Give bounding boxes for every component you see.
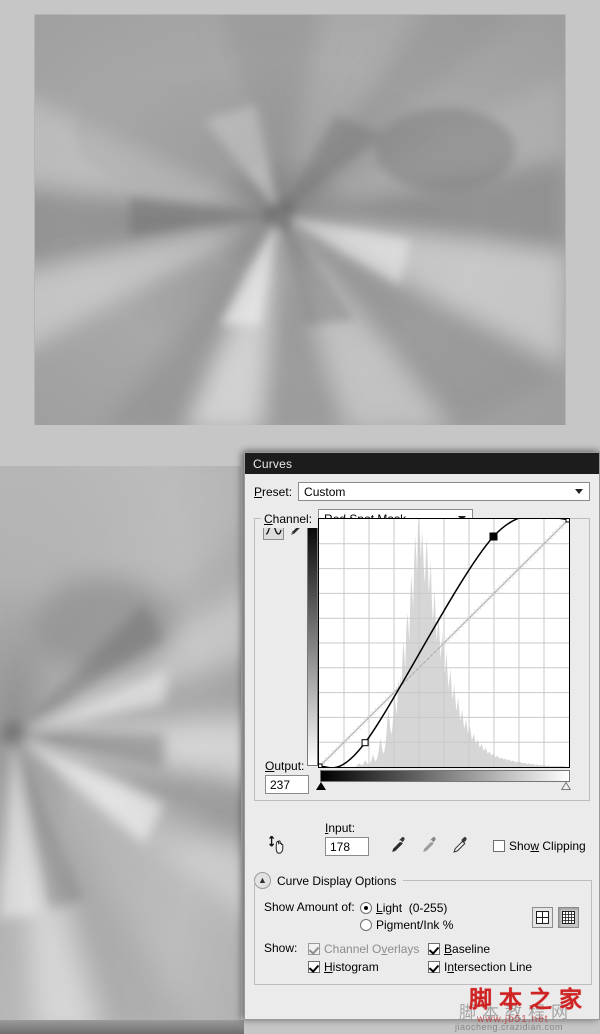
grid-2x2-icon: [536, 911, 549, 924]
curve-tool-column: [263, 518, 307, 768]
input-label: Input:: [325, 821, 356, 835]
starburst-canvas-top: [35, 15, 565, 425]
photoshop-workspace: Curves Preset: Custom Channel: Output: 2…: [0, 0, 600, 1034]
output-value: 237: [270, 777, 291, 792]
input-value: 178: [330, 839, 351, 854]
curve-display-options-section: ▲ Curve Display Options Show Amount of: …: [254, 872, 592, 985]
watermark-url-secondary: jiaocheng.crazidian.com: [455, 1022, 564, 1032]
gray-point-eyedropper-icon[interactable]: [421, 835, 440, 854]
show-column-left: Channel Overlays Histogram: [308, 940, 428, 976]
channel-overlays-label: Channel Overlays: [324, 942, 420, 956]
curve-display-options-body: Show Amount of: Light (0-255) Pigment/In…: [254, 881, 592, 985]
curves-graph[interactable]: [318, 518, 570, 768]
intersection-line-checkbox[interactable]: [428, 961, 440, 973]
desktop-shadow: [0, 1020, 244, 1034]
channel-overlays-checkbox[interactable]: [308, 943, 320, 955]
channel-label: Channel:: [264, 511, 313, 526]
adjust-cursor-icon: [269, 835, 284, 854]
preset-label: Preset:: [254, 484, 293, 499]
clip-sliders: [316, 782, 571, 793]
intersection-line-label: Intersection Line: [444, 960, 533, 974]
show-clipping-row[interactable]: Show Clipping: [493, 839, 586, 853]
grid-4x4-icon: [562, 911, 575, 924]
dialog-titlebar[interactable]: Curves: [245, 453, 599, 474]
graph-area: [263, 518, 581, 768]
black-point-slider[interactable]: [316, 782, 326, 790]
input-gradient-bar: [320, 770, 570, 782]
pigment-radio[interactable]: [360, 918, 372, 931]
grid-size-buttons: [532, 907, 579, 928]
show-clipping-label: Show Clipping: [509, 839, 586, 853]
histogram-checkbox[interactable]: [308, 961, 320, 973]
light-radio[interactable]: [360, 901, 372, 914]
chevron-down-icon: [575, 489, 583, 494]
output-input[interactable]: 237: [265, 775, 309, 794]
input-input[interactable]: 178: [325, 837, 369, 856]
histogram-label: Histogram: [324, 960, 379, 974]
preset-row: Preset: Custom: [254, 482, 590, 501]
radial-zoom-blur-preview: [35, 15, 565, 425]
amount-option-light[interactable]: Light (0-255): [360, 899, 453, 916]
show-clipping-checkbox[interactable]: [493, 840, 505, 852]
white-point-eyedropper-icon[interactable]: [452, 835, 471, 854]
grid-tenths-button[interactable]: [558, 907, 579, 928]
radial-zoom-blur-detail: [0, 466, 241, 1034]
option-intersection-line[interactable]: Intersection Line: [428, 958, 532, 976]
option-channel-overlays[interactable]: Channel Overlays: [308, 940, 428, 958]
input-gradient-row: [307, 770, 581, 782]
pigment-label: Pigment/Ink %: [376, 917, 454, 932]
light-label: Light (0-255): [376, 900, 448, 915]
amount-option-pigment[interactable]: Pigment/Ink %: [360, 916, 453, 933]
input-field-group: Input: 178: [325, 821, 369, 856]
white-point-slider[interactable]: [561, 782, 571, 790]
show-column-right: Baseline Intersection Line: [428, 940, 532, 976]
grid-quarters-button[interactable]: [532, 907, 553, 928]
curves-dialog: Curves Preset: Custom Channel: Output: 2…: [244, 452, 600, 1020]
show-options-columns: Channel Overlays Histogram Baseline Inte…: [308, 940, 532, 976]
output-gradient-bar: [307, 518, 318, 766]
curve-plot[interactable]: [319, 519, 569, 767]
starburst-canvas-bottom: [0, 466, 241, 1034]
dialog-title: Curves: [253, 456, 293, 471]
output-field-group: Output: 237: [265, 759, 309, 794]
show-label: Show:: [264, 941, 298, 955]
preset-dropdown[interactable]: Custom: [298, 482, 590, 501]
output-label: Output:: [265, 759, 305, 773]
amount-radio-group: Light (0-255) Pigment/Ink %: [360, 899, 453, 933]
show-options-row: Show: Channel Overlays Histogram Baselin…: [264, 940, 582, 976]
black-point-eyedropper-icon[interactable]: [390, 835, 409, 854]
option-histogram[interactable]: Histogram: [308, 958, 428, 976]
baseline-label: Baseline: [444, 942, 491, 956]
option-baseline[interactable]: Baseline: [428, 940, 532, 958]
show-amount-label: Show Amount of:: [264, 900, 355, 914]
dialog-body: Preset: Custom Channel: Red Spot Mask: [245, 474, 599, 801]
preset-value: Custom: [304, 484, 346, 499]
eyedropper-group: [390, 835, 471, 854]
baseline-checkbox[interactable]: [428, 943, 440, 955]
